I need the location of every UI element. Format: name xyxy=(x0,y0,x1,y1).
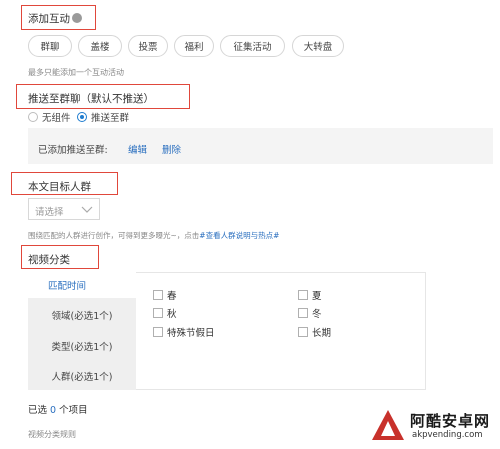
chevron-down-icon xyxy=(81,206,93,213)
selected-count: 0 xyxy=(50,405,57,416)
watermark-logo-icon xyxy=(372,410,404,440)
radio-no-component-label[interactable]: 无组件 xyxy=(42,110,71,124)
checkbox-winter-label[interactable]: 冬 xyxy=(312,306,322,320)
push-added-label: 已添加推送至群: xyxy=(38,145,108,156)
tab-type[interactable]: 类型(必选1个) xyxy=(28,332,136,360)
selected-count-text: 已选 0 个项目 xyxy=(28,405,88,416)
interaction-title: 添加互动 xyxy=(28,13,70,25)
tab-match-time[interactable]: 匹配时间 xyxy=(28,272,136,298)
checkbox-winter[interactable] xyxy=(298,308,308,318)
tab-domain[interactable]: 领域(必选1个) xyxy=(28,301,136,329)
interaction-hint: 最多只能添加一个互动活动 xyxy=(28,68,124,77)
video-rules-link[interactable]: 视频分类规则 xyxy=(28,429,76,440)
checkbox-autumn-label[interactable]: 秋 xyxy=(167,306,177,320)
radio-push-to-group-label[interactable]: 推送至群 xyxy=(91,110,129,124)
push-edit-link[interactable]: 编辑 xyxy=(128,142,147,156)
tab-audience[interactable]: 人群(必选1个) xyxy=(28,362,136,390)
checkbox-spring-label[interactable]: 春 xyxy=(167,288,177,302)
interaction-button-group-chat[interactable]: 群聊 xyxy=(28,35,72,57)
audience-title: 本文目标人群 xyxy=(28,181,91,193)
watermark-brand: 阿酷安卓网 xyxy=(410,412,491,430)
checkbox-autumn[interactable] xyxy=(153,308,163,318)
radio-push-to-group[interactable] xyxy=(77,112,87,122)
checkbox-long-term-label[interactable]: 长期 xyxy=(312,325,331,339)
help-icon[interactable] xyxy=(72,13,82,23)
radio-no-component[interactable] xyxy=(28,112,38,122)
checkbox-summer[interactable] xyxy=(298,290,308,300)
checkbox-spring[interactable] xyxy=(153,290,163,300)
checkbox-holiday-label[interactable]: 特殊节假日 xyxy=(167,325,215,339)
interaction-button-wheel[interactable]: 大转盘 xyxy=(292,35,344,57)
push-delete-link[interactable]: 删除 xyxy=(162,142,181,156)
audience-select[interactable]: 请选择 xyxy=(28,198,100,220)
checkbox-long-term[interactable] xyxy=(298,327,308,337)
video-title: 视频分类 xyxy=(28,254,70,266)
interaction-button-collect[interactable]: 征集活动 xyxy=(220,35,285,57)
push-title: 推送至群聊（默认不推送） xyxy=(28,93,154,105)
watermark-url: akpvending.com xyxy=(412,430,483,440)
checkbox-holiday[interactable] xyxy=(153,327,163,337)
interaction-button-floor[interactable]: 盖楼 xyxy=(78,35,122,57)
interaction-button-vote[interactable]: 投票 xyxy=(128,35,168,57)
audience-hint-link[interactable]: #查看人群说明与热点# xyxy=(199,231,279,240)
checkbox-summer-label[interactable]: 夏 xyxy=(312,288,322,302)
audience-select-value: 请选择 xyxy=(35,207,64,218)
interaction-button-welfare[interactable]: 福利 xyxy=(174,35,214,57)
audience-hint: 围绕匹配的人群进行创作，可得到更多曝光~，点击#查看人群说明与热点# xyxy=(28,231,280,240)
